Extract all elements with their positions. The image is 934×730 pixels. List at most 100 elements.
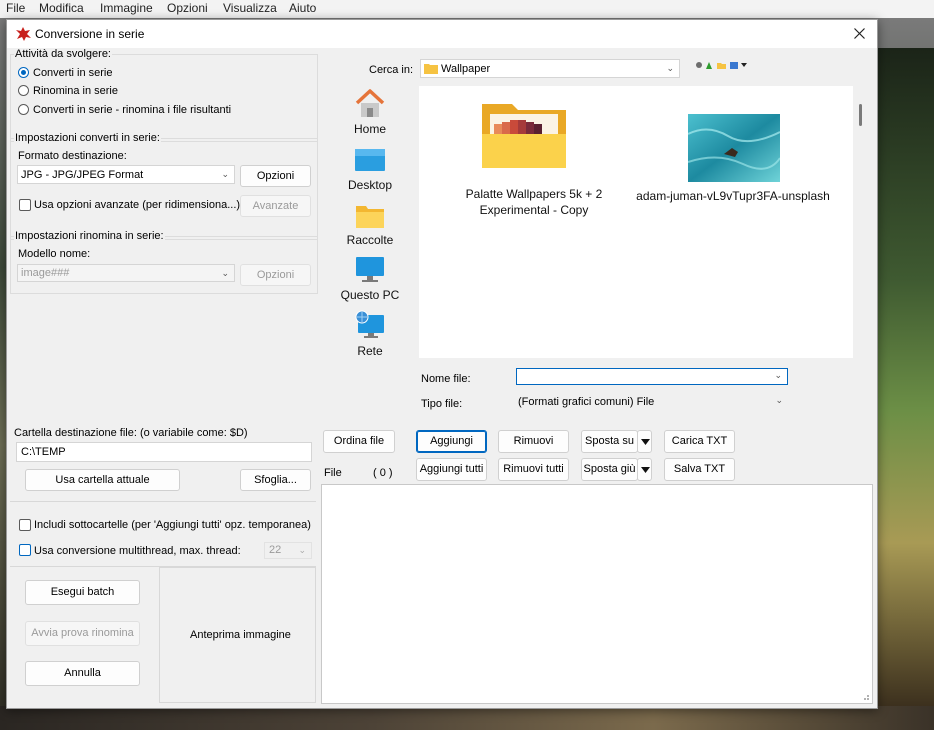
lookin-select[interactable]: Wallpaper ⌄ (420, 59, 680, 78)
destination-label: Cartella destinazione file: (o variabile… (14, 427, 248, 439)
menu-visualizza[interactable]: Visualizza (223, 1, 277, 15)
up-folder-icon (706, 62, 712, 69)
pattern-label: Modello nome: (18, 248, 91, 260)
menu-file[interactable]: File (6, 1, 25, 15)
place-collections-label: Raccolte (346, 233, 394, 247)
radio-convert[interactable] (18, 67, 29, 78)
cancel-button[interactable]: Annulla (25, 661, 140, 686)
radio-rename-label: Rinomina in serie (33, 85, 118, 97)
destination-input[interactable]: C:\TEMP (16, 442, 312, 462)
filename-input[interactable]: ⌄ (516, 368, 788, 385)
tasks-heading: Attività da svolgere: (14, 48, 112, 60)
place-network[interactable]: Rete (324, 308, 416, 358)
menu-immagine[interactable]: Immagine (100, 1, 153, 15)
chevron-down-icon: ⌄ (221, 268, 229, 278)
convert-heading: Impostazioni converti in serie: (14, 132, 161, 144)
radio-rename[interactable] (18, 85, 29, 96)
image-item[interactable]: adam-juman-vL9vTupr3FA-unsplash (633, 112, 833, 212)
pattern-value: image### (21, 267, 70, 279)
app-logo-icon (16, 27, 31, 41)
resize-grip-icon[interactable] (860, 691, 870, 701)
place-desktop[interactable]: Desktop (324, 146, 416, 196)
close-icon[interactable] (854, 28, 865, 39)
filename-label: Nome file: (421, 373, 471, 385)
include-subfolders-label: Includi sottocartelle (per 'Aggiungi tut… (34, 519, 311, 531)
include-subfolders-checkbox[interactable] (19, 519, 31, 531)
remove-button[interactable]: Rimuovi (498, 430, 569, 453)
file-list-count: ( 0 ) (373, 467, 393, 479)
folder-icon (482, 104, 566, 168)
places-bar: Home Desktop Raccolte Questo PC Rete (324, 86, 416, 412)
home-icon (355, 89, 385, 117)
preview-label: Anteprima immagine (190, 629, 291, 641)
place-network-label: Rete (357, 344, 383, 358)
radio-convert-rename-label: Converti in serie - rinomina i file risu… (33, 104, 232, 116)
multithread-checkbox[interactable] (19, 544, 31, 556)
format-value: JPG - JPG/JPEG Format (21, 169, 144, 181)
filetype-select[interactable]: (Formati grafici comuni) File ⌄ (516, 394, 788, 411)
image-item-label: adam-juman-vL9vTupr3FA-unsplash (636, 189, 830, 203)
network-icon (355, 310, 384, 338)
chevron-down-icon: ⌄ (221, 169, 229, 179)
triangle-down-icon (641, 467, 650, 473)
radio-convert-rename[interactable] (18, 104, 29, 115)
place-home[interactable]: Home (324, 89, 416, 139)
format-select[interactable]: JPG - JPG/JPEG Format ⌄ (17, 165, 235, 184)
new-folder-icon (717, 63, 726, 69)
rename-heading: Impostazioni rinomina in serie: (14, 230, 165, 242)
use-current-folder-button[interactable]: Usa cartella attuale (25, 469, 180, 491)
chevron-down-icon: ⌄ (774, 370, 782, 380)
filetype-label: Tipo file: (421, 398, 463, 410)
lookin-label: Cerca in: (369, 64, 414, 76)
menu-opzioni[interactable]: Opzioni (167, 1, 208, 15)
image-thumbnail-icon (688, 114, 780, 182)
run-batch-button[interactable]: Esegui batch (25, 580, 140, 605)
folder-item-label: Palatte Wallpapers 5k + 2 Experimental -… (465, 187, 603, 217)
batch-conversion-dialog: Conversione in serie Attività da svolger… (6, 19, 878, 709)
file-list-label: File (324, 467, 342, 479)
dialog-titlebar: Conversione in serie (7, 20, 877, 48)
thread-count-select[interactable]: 22 ⌄ (264, 542, 312, 559)
browse-button[interactable]: Sfoglia... (240, 469, 311, 491)
place-this-pc[interactable]: Questo PC (324, 255, 416, 305)
chevron-down-icon: ⌄ (775, 395, 783, 405)
add-button[interactable]: Aggiungi (416, 430, 487, 453)
load-txt-button[interactable]: Carica TXT (664, 430, 735, 453)
folder-icon (424, 64, 438, 74)
menu-aiuto[interactable]: Aiuto (289, 1, 316, 15)
advanced-options-label: Usa opzioni avanzate (per ridimensiona..… (34, 199, 241, 211)
move-down-button[interactable]: Sposta giù (581, 458, 638, 481)
filetype-value: (Formati grafici comuni) File (518, 396, 655, 408)
test-rename-button[interactable]: Avvia prova rinomina (25, 621, 140, 646)
save-txt-button[interactable]: Salva TXT (664, 458, 735, 481)
back-icon (696, 62, 702, 68)
sort-files-button[interactable]: Ordina file (323, 430, 395, 453)
chevron-down-icon: ⌄ (666, 63, 674, 73)
background-photo-right (876, 48, 934, 708)
advanced-options-checkbox[interactable] (19, 199, 31, 211)
place-collections[interactable]: Raccolte (324, 200, 416, 250)
scrollbar-thumb[interactable] (859, 104, 862, 126)
file-browser-pane: Palatte Wallpapers 5k + 2 Experimental -… (419, 86, 853, 358)
folder-item[interactable]: Palatte Wallpapers 5k + 2 Experimental -… (459, 100, 609, 225)
move-down-dropdown[interactable] (637, 458, 652, 481)
format-options-button[interactable]: Opzioni (240, 165, 311, 187)
move-up-dropdown[interactable] (637, 430, 652, 453)
app-menubar: File Modifica Immagine Opzioni Visualizz… (0, 0, 934, 18)
navigation-toolbar (696, 62, 747, 69)
view-menu-icon (730, 62, 738, 69)
add-all-button[interactable]: Aggiungi tutti (416, 458, 487, 481)
folder-icon (356, 206, 384, 228)
pattern-select[interactable]: image### ⌄ (17, 264, 235, 282)
remove-all-button[interactable]: Rimuovi tutti (498, 458, 569, 481)
multithread-label: Usa conversione multithread, max. thread… (34, 545, 241, 557)
menu-modifica[interactable]: Modifica (39, 1, 84, 15)
computer-icon (356, 257, 384, 282)
move-up-button[interactable]: Sposta su (581, 430, 638, 453)
advanced-button[interactable]: Avanzate (240, 195, 311, 217)
destination-value: C:\TEMP (21, 446, 66, 458)
file-list[interactable] (321, 484, 873, 704)
radio-convert-label: Converti in serie (33, 67, 113, 79)
chevron-down-icon: ⌄ (298, 545, 306, 555)
rename-options-button[interactable]: Opzioni (240, 264, 311, 286)
